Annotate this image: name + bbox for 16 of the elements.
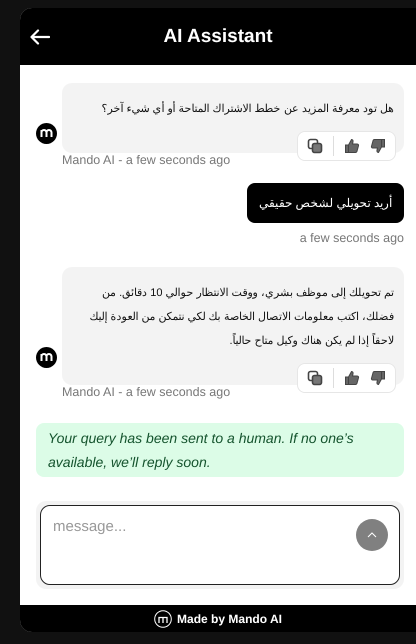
avatar-logo-icon	[36, 347, 57, 368]
footer-credit: Made by Mando AI	[177, 612, 282, 626]
bot-message: هل تود معرفة المزيد عن خطط الاشتراك المتاحة أو أي شيء آخر؟	[62, 83, 404, 153]
back-arrow-icon	[30, 28, 50, 44]
message-time: a few seconds ago	[300, 231, 404, 245]
message-meta: Mando AI - a few seconds ago	[62, 153, 232, 167]
avatar-logo-icon	[36, 123, 57, 144]
chevron-up-icon	[367, 532, 377, 538]
logo-icon	[154, 610, 172, 628]
status-notice: Your query has been sent to a human. If no one’s available, we’ll reply soon.	[36, 423, 404, 477]
user-message: أريد تحويلي لشخص حقيقي	[246, 183, 404, 223]
message-input[interactable]: message...	[40, 505, 400, 585]
message-meta: Mando AI - a few seconds ago	[62, 385, 232, 399]
window-title: AI Assistant	[162, 26, 274, 48]
bot-message: تم تحويلك إلى موظف بشري، ووقت الانتظار حوالي 10 دقائق. من فضلك، اكتب معلومات الاتصال الخاصة بك لكي نتمكن من العودة إليك لاحقاً إذا لم يكن هناك وكيل متاح حالياً.	[62, 267, 404, 385]
back-button[interactable]	[30, 28, 50, 44]
